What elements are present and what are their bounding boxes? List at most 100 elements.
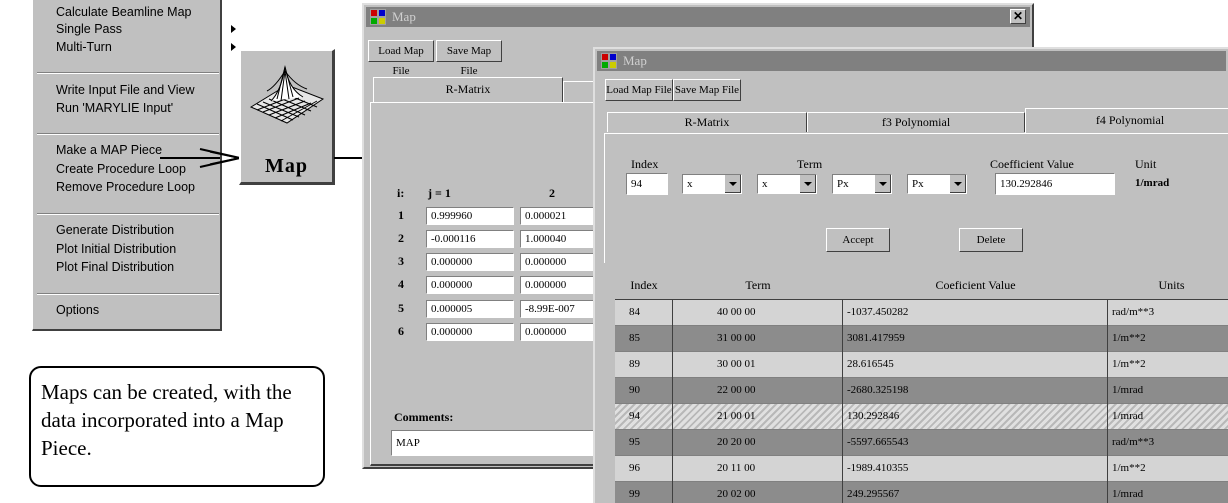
column-divider (1107, 430, 1108, 456)
column-header-index[interactable]: Index (615, 274, 673, 296)
r-matrix-cell[interactable]: 1.000040 (520, 230, 600, 248)
table-cell-index: 89 (629, 358, 640, 370)
table-header: Index Term Coeficient Value Units (615, 274, 1228, 296)
chevron-down-icon[interactable] (799, 175, 816, 193)
title-bar: Map (597, 51, 1226, 71)
row-label: 3 (398, 254, 404, 268)
app-icon (601, 53, 617, 69)
r-matrix-cell[interactable]: 0.000005 (426, 300, 514, 318)
menu-item-label: Plot Initial Distribution (56, 242, 177, 256)
menu-item-make-map-piece[interactable]: Make a MAP Piece (56, 143, 162, 157)
accept-button[interactable]: Accept (826, 228, 890, 252)
table-row[interactable]: 99 20 02 00 249.295567 1/mrad (615, 482, 1228, 503)
menu-item-multi-turn[interactable]: Multi-Turn (56, 40, 236, 54)
table-cell-index: 94 (629, 410, 640, 422)
r-matrix-cell[interactable]: 0.000000 (520, 253, 600, 271)
menu-item-label: Calculate Beamline Map (56, 5, 192, 19)
close-button[interactable]: ✕ (1010, 9, 1026, 24)
menu-item-label: Make a MAP Piece (56, 143, 163, 157)
r-matrix-cell[interactable]: -8.99E-007 (520, 300, 600, 318)
tab-r-matrix[interactable]: R-Matrix (373, 77, 563, 103)
chevron-down-icon[interactable] (874, 175, 891, 193)
r-matrix-cell[interactable]: 0.000000 (426, 276, 514, 294)
menu-item-plot-initial-distribution[interactable]: Plot Initial Distribution (56, 242, 176, 256)
table-row[interactable]: 89 30 00 01 28.616545 1/m**2 (615, 352, 1228, 378)
column-divider (842, 300, 843, 326)
map-window-front: Map Load Map File Save Map File R-Matrix… (593, 47, 1228, 503)
table-cell-term: 22 00 00 (717, 384, 756, 396)
column-header-units[interactable]: Units (1108, 274, 1228, 296)
table-cell-units: rad/m**3 (1112, 306, 1155, 318)
column-divider (842, 456, 843, 482)
surface-plot-icon (249, 65, 325, 124)
tab-f4-polynomial[interactable]: f4 Polynomial (1025, 108, 1228, 134)
chevron-down-icon[interactable] (949, 175, 966, 193)
column-header-term[interactable]: Term (673, 274, 843, 296)
table-cell-value: 28.616545 (847, 358, 894, 370)
term-select-2[interactable]: x (757, 174, 817, 194)
menu-item-generate-distribution[interactable]: Generate Distribution (56, 223, 174, 237)
menu-item-label: Single Pass (56, 22, 123, 36)
close-icon: ✕ (1012, 9, 1024, 23)
coefficient-value-label: Coefficient Value (990, 157, 1074, 171)
term-select-1[interactable]: x (682, 174, 742, 194)
table-row[interactable]: 95 20 20 00 -5597.665543 rad/m**3 (615, 430, 1228, 456)
column-divider (842, 482, 843, 503)
table-row[interactable]: 85 31 00 00 3081.417959 1/m**2 (615, 326, 1228, 352)
table-cell-value: 249.295567 (847, 488, 900, 500)
load-map-file-button[interactable]: Load Map File (368, 40, 434, 77)
menu-item-single-pass[interactable]: Single Pass (56, 22, 236, 36)
table-cell-term: 20 02 00 (717, 488, 756, 500)
menu-item-label: Generate Distribution (56, 223, 175, 237)
menu-item-write-input-file[interactable]: Write Input File and View (56, 83, 195, 97)
menu-item-plot-final-distribution[interactable]: Plot Final Distribution (56, 260, 174, 274)
r-matrix-cell[interactable]: 0.000000 (426, 253, 514, 271)
table-cell-units: 1/mrad (1112, 488, 1144, 500)
comments-field[interactable]: MAP (391, 430, 621, 456)
menu-item-calculate-beamline-map[interactable]: Calculate Beamline Map (56, 5, 192, 19)
submenu-arrow-icon (231, 25, 236, 33)
coefficient-value-field[interactable]: 130.292846 (995, 173, 1115, 195)
r-matrix-cell[interactable]: 0.000021 (520, 207, 600, 225)
tab-f3-polynomial[interactable]: f3 Polynomial (807, 112, 1025, 132)
table-row[interactable]: 84 40 00 00 -1037.450282 rad/m**3 (615, 300, 1228, 326)
comments-label: Comments: (394, 410, 454, 424)
r-matrix-cell[interactable]: -0.000116 (426, 230, 514, 248)
table-cell-units: 1/mrad (1112, 384, 1144, 396)
save-map-file-button[interactable]: Save Map File (673, 79, 741, 101)
table-cell-index: 95 (629, 436, 640, 448)
chevron-down-icon[interactable] (724, 175, 741, 193)
map-piece-button[interactable]: Map (239, 49, 335, 185)
table-row[interactable]: 90 22 00 00 -2680.325198 1/mrad (615, 378, 1228, 404)
column-header-coefficient[interactable]: Coeficient Value (843, 274, 1108, 296)
table-row[interactable]: 94 21 00 01 130.292846 1/mrad (615, 404, 1228, 430)
tab-r-matrix[interactable]: R-Matrix (607, 112, 807, 132)
r-matrix-cell[interactable]: 0.000000 (520, 276, 600, 294)
index-field[interactable]: 94 (626, 173, 668, 195)
row-label: 1 (398, 208, 404, 222)
title-bar: Map ✕ (366, 7, 1030, 27)
column-divider (1107, 326, 1108, 352)
r-matrix-cell[interactable]: 0.000000 (426, 323, 514, 341)
table-cell-index: 84 (629, 306, 640, 318)
column-divider (672, 378, 673, 404)
table-cell-term: 21 00 01 (717, 410, 756, 422)
menu-item-run-marylie-input[interactable]: Run 'MARYLIE Input' (56, 101, 173, 115)
load-map-file-button[interactable]: Load Map File (605, 79, 673, 101)
term-select-3[interactable]: Px (832, 174, 892, 194)
r-matrix-cell[interactable]: 0.999960 (426, 207, 514, 225)
term-select-4[interactable]: Px (907, 174, 967, 194)
column-divider (672, 300, 673, 326)
r-matrix-cell[interactable]: 0.000000 (520, 323, 600, 341)
tab-panel (604, 133, 1228, 263)
column-divider (842, 404, 843, 430)
menu-item-options[interactable]: Options (56, 303, 99, 317)
index-label: Index (631, 157, 659, 171)
unit-value: 1/mrad (1135, 177, 1170, 189)
delete-button[interactable]: Delete (959, 228, 1023, 252)
menu-item-remove-procedure-loop[interactable]: Remove Procedure Loop (56, 180, 195, 194)
save-map-file-button[interactable]: Save Map File (436, 40, 502, 77)
table-row[interactable]: 96 20 11 00 -1989.410355 1/m**2 (615, 456, 1228, 482)
menu-separator (37, 213, 219, 215)
menu-separator (37, 133, 219, 135)
